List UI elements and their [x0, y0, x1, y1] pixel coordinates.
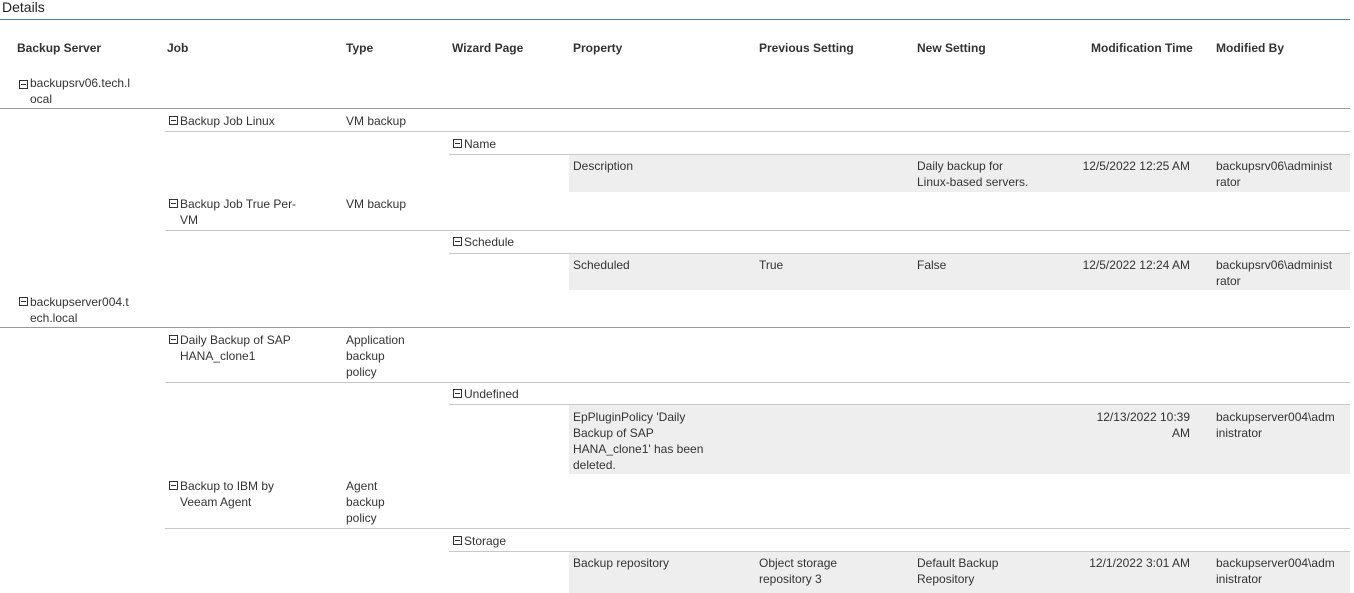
wizard-page: Name: [464, 137, 497, 151]
new-setting: Default Backup Repository: [917, 556, 999, 586]
collapse-toggle-icon[interactable]: [169, 116, 178, 125]
modification-time: 12/5/2022 12:25 AM: [1082, 159, 1190, 173]
collapse-toggle-icon[interactable]: [19, 80, 28, 89]
modified-by: backupserver004\adm inistrator: [1216, 410, 1335, 440]
server-name: backupserver004.t ech.local: [30, 295, 129, 325]
header-previous-setting[interactable]: Previous Setting: [759, 41, 854, 55]
page-title: Details: [2, 0, 45, 15]
property: Description: [573, 159, 634, 173]
row-divider: [165, 528, 1350, 529]
job-name: Backup to IBM by Veeam Agent: [180, 479, 275, 509]
new-setting: False: [917, 258, 947, 272]
wizard-page: Undefined: [464, 387, 519, 401]
modification-time: 12/13/2022 10:39 AM: [1096, 410, 1190, 440]
header-property[interactable]: Property: [573, 41, 622, 55]
modified-by: backupsrv06\administ rator: [1216, 159, 1333, 189]
header-type[interactable]: Type: [346, 41, 373, 55]
header-modification-time[interactable]: Modification Time: [1091, 41, 1193, 55]
previous-setting: True: [759, 258, 784, 272]
collapse-toggle-icon[interactable]: [453, 389, 462, 398]
property: Scheduled: [573, 258, 630, 272]
header-modified-by[interactable]: Modified By: [1216, 41, 1284, 55]
row-divider: [0, 108, 1350, 109]
job-type: Agent backup policy: [346, 479, 385, 525]
collapse-toggle-icon[interactable]: [169, 199, 178, 208]
row-divider: [165, 382, 1350, 383]
wizard-page: Storage: [464, 534, 507, 548]
job-type: VM backup: [346, 197, 407, 211]
header-job[interactable]: Job: [167, 41, 188, 55]
modification-time: 12/1/2022 3:01 AM: [1089, 556, 1190, 570]
property: EpPluginPolicy 'Daily Backup of SAP HANA…: [573, 410, 704, 472]
server-name: backupsrv06.tech.l ocal: [30, 76, 131, 106]
modified-by: backupsrv06\administ rator: [1216, 258, 1333, 288]
modification-time: 12/5/2022 12:24 AM: [1082, 258, 1190, 272]
header-wizard-page[interactable]: Wizard Page: [452, 41, 523, 55]
collapse-toggle-icon[interactable]: [19, 297, 28, 306]
wizard-page: Schedule: [464, 235, 515, 249]
header-backup-server[interactable]: Backup Server: [17, 41, 101, 55]
job-type: Application backup policy: [346, 333, 405, 379]
row-divider: [0, 327, 1350, 328]
job-name: Daily Backup of SAP HANA_clone1: [180, 333, 291, 363]
collapse-toggle-icon[interactable]: [169, 335, 178, 344]
job-type: VM backup: [346, 114, 407, 128]
property: Backup repository: [573, 556, 670, 570]
row-divider: [165, 230, 1350, 231]
new-setting: Daily backup for Linux-based servers.: [917, 159, 1029, 189]
header-new-setting[interactable]: New Setting: [917, 41, 986, 55]
row-divider: [165, 131, 1350, 132]
collapse-toggle-icon[interactable]: [169, 481, 178, 490]
modified-by: backupserver004\adm inistrator: [1216, 556, 1335, 586]
job-name: Backup Job Linux: [180, 114, 275, 128]
previous-setting: Object storage repository 3: [759, 556, 838, 586]
collapse-toggle-icon[interactable]: [453, 536, 462, 545]
collapse-toggle-icon[interactable]: [453, 237, 462, 246]
collapse-toggle-icon[interactable]: [453, 139, 462, 148]
job-name: Backup Job True Per- VM: [180, 197, 297, 227]
title-divider: [0, 19, 1350, 20]
